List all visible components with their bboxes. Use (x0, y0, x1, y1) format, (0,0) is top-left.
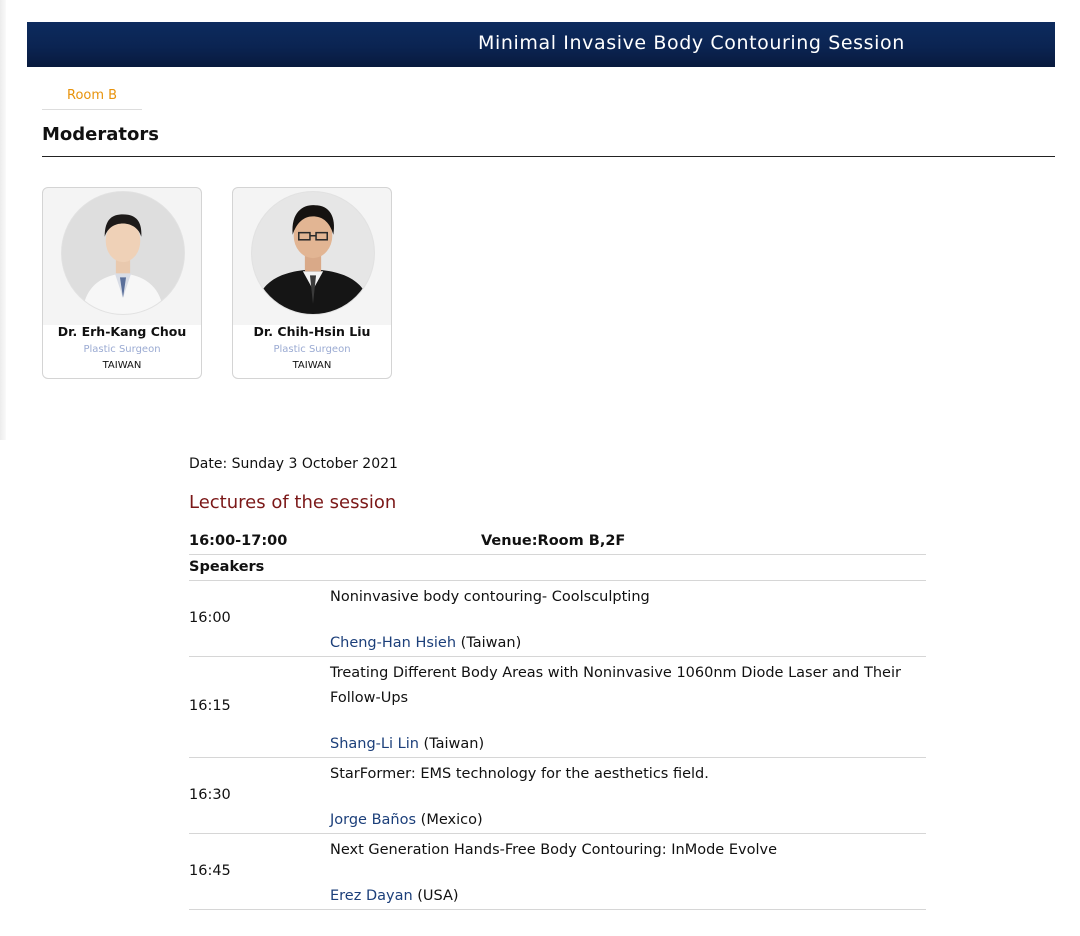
lecture-title: Treating Different Body Areas with Nonin… (330, 665, 901, 706)
moderator-role: Plastic Surgeon (83, 344, 161, 355)
lecture-speaker: Shang-Li Lin (Taiwan) (330, 736, 484, 752)
tab-room-b[interactable]: Room B (42, 84, 142, 110)
moderator-name: Dr. Chih-Hsin Liu (253, 324, 371, 339)
moderator-card[interactable]: Dr. Erh-Kang Chou Plastic Surgeon TAIWAN (42, 187, 202, 379)
session-date: Date: Sunday 3 October 2021 (189, 456, 398, 472)
lecture-time: 16:00 (189, 610, 231, 626)
moderator-role: Plastic Surgeon (273, 344, 351, 355)
speaker-country: (USA) (417, 888, 459, 904)
lecture-speaker: Cheng-Han Hsieh (Taiwan) (330, 635, 521, 651)
lecture-row: 16:30 StarFormer: EMS technology for the… (189, 758, 926, 834)
speaker-country: (Taiwan) (423, 736, 485, 752)
lecture-schedule-table: 16:00-17:00 Venue:Room B,2F Speakers 16:… (189, 529, 926, 910)
moderator-photo (251, 191, 375, 315)
speaker-name-link[interactable]: Cheng-Han Hsieh (330, 635, 456, 651)
speaker-country: (Taiwan) (460, 635, 522, 651)
session-time-range: 16:00-17:00 (189, 533, 288, 549)
session-venue: Venue:Room B,2F (481, 533, 626, 549)
lecture-title: StarFormer: EMS technology for the aesth… (330, 766, 709, 782)
moderator-photo (61, 191, 185, 315)
session-title: Minimal Invasive Body Contouring Session (478, 32, 905, 54)
lecture-time: 16:30 (189, 787, 231, 803)
lecture-title: Noninvasive body contouring- Coolsculpti… (330, 589, 650, 605)
speakers-label: Speakers (189, 559, 265, 575)
lecture-speaker: Erez Dayan (USA) (330, 888, 459, 904)
speaker-name-link[interactable]: Erez Dayan (330, 888, 413, 904)
moderator-country: TAIWAN (292, 360, 332, 371)
moderators-divider (42, 156, 1055, 157)
lecture-row: 16:00 Noninvasive body contouring- Cools… (189, 581, 926, 657)
room-tab-label: Room B (67, 88, 118, 103)
speaker-name-link[interactable]: Shang-Li Lin (330, 736, 419, 752)
lecture-time: 16:45 (189, 863, 231, 879)
lecture-time: 16:15 (189, 698, 231, 714)
lecture-row: 16:15 Treating Different Body Areas with… (189, 657, 926, 758)
speakers-header-row: Speakers (189, 555, 926, 581)
session-banner: Minimal Invasive Body Contouring Session (27, 22, 1055, 67)
speaker-name-link[interactable]: Jorge Baños (330, 812, 416, 828)
moderators-heading: Moderators (42, 124, 159, 145)
moderator-country: TAIWAN (102, 360, 142, 371)
schedule-header-row: 16:00-17:00 Venue:Room B,2F (189, 529, 926, 555)
lecture-title: Next Generation Hands-Free Body Contouri… (330, 842, 777, 858)
lecture-row: 16:45 Next Generation Hands-Free Body Co… (189, 834, 926, 910)
lectures-heading: Lectures of the session (189, 492, 397, 513)
speaker-country: (Mexico) (420, 812, 483, 828)
moderator-name: Dr. Erh-Kang Chou (57, 324, 187, 339)
page-left-edge (0, 0, 6, 440)
moderator-card[interactable]: Dr. Chih-Hsin Liu Plastic Surgeon TAIWAN (232, 187, 392, 379)
lecture-speaker: Jorge Baños (Mexico) (330, 812, 483, 828)
